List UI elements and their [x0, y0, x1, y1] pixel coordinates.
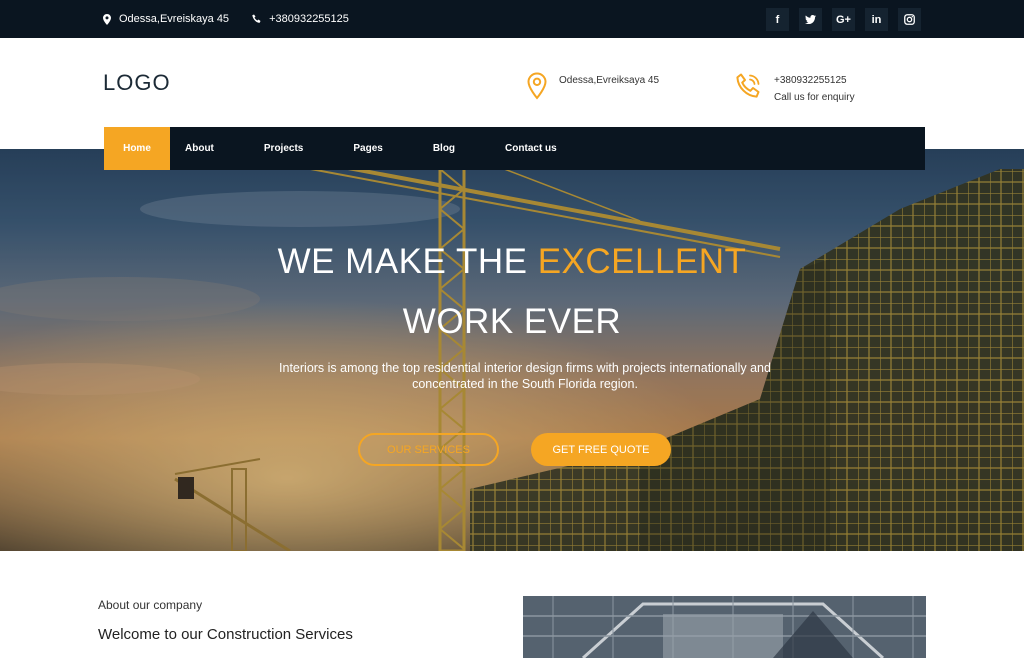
header-phone: +380932255125: [774, 75, 847, 86]
nav-item-blog[interactable]: Blog: [418, 127, 470, 170]
nav-item-pages[interactable]: Pages: [338, 127, 397, 170]
header-phone-block: +380932255125 Call us for enquiry: [735, 72, 855, 106]
map-pin-icon: [101, 13, 113, 25]
instagram-icon[interactable]: [898, 8, 921, 31]
nav-item-about[interactable]: About: [170, 127, 229, 170]
header-address-block: Odessa,Evreiksaya 45: [527, 72, 659, 103]
phone-icon: [251, 13, 263, 25]
get-free-quote-button[interactable]: GET FREE QUOTE: [531, 433, 671, 466]
hero-title-line1: WE MAKE THE EXCELLENT: [0, 242, 1024, 282]
hero-banner: WE MAKE THE EXCELLENT WORK EVER Interior…: [0, 149, 1024, 551]
top-bar: Odessa,Evreiskaya 45 +380932255125 f G+ …: [0, 0, 1024, 38]
twitter-icon[interactable]: [799, 8, 822, 31]
nav-item-home[interactable]: Home: [104, 127, 170, 170]
top-contact: Odessa,Evreiskaya 45 +380932255125: [101, 0, 349, 38]
facebook-icon[interactable]: f: [766, 8, 789, 31]
about-construction-image: [523, 596, 926, 658]
google-plus-icon[interactable]: G+: [832, 8, 855, 31]
location-pin-icon: [527, 72, 547, 103]
our-services-button[interactable]: OUR SERVICES: [358, 433, 499, 466]
top-address: Odessa,Evreiskaya 45: [119, 13, 230, 25]
nav-item-contact[interactable]: Contact us: [490, 127, 572, 170]
hero-title-prefix: WE MAKE THE: [277, 242, 528, 281]
nav-item-projects[interactable]: Projects: [249, 127, 318, 170]
hero-title-accent: EXCELLENT: [537, 242, 747, 281]
linkedin-icon[interactable]: in: [865, 8, 888, 31]
header-phone-caption: Call us for enquiry: [774, 92, 855, 103]
top-phone: +380932255125: [269, 13, 349, 25]
hero-description: Interiors is among the top residential i…: [279, 361, 771, 391]
social-links: f G+ in: [766, 8, 921, 31]
about-title: Welcome to our Construction Services: [98, 626, 353, 643]
header-address: Odessa,Evreiksaya 45: [559, 75, 660, 86]
hero-title-line2: WORK EVER: [402, 302, 622, 341]
site-logo[interactable]: LOGO: [103, 70, 171, 96]
phone-handset-icon: [735, 72, 762, 102]
main-nav: Home About Projects Pages Blog Contact u…: [104, 127, 925, 170]
about-eyebrow: About our company: [98, 598, 203, 612]
